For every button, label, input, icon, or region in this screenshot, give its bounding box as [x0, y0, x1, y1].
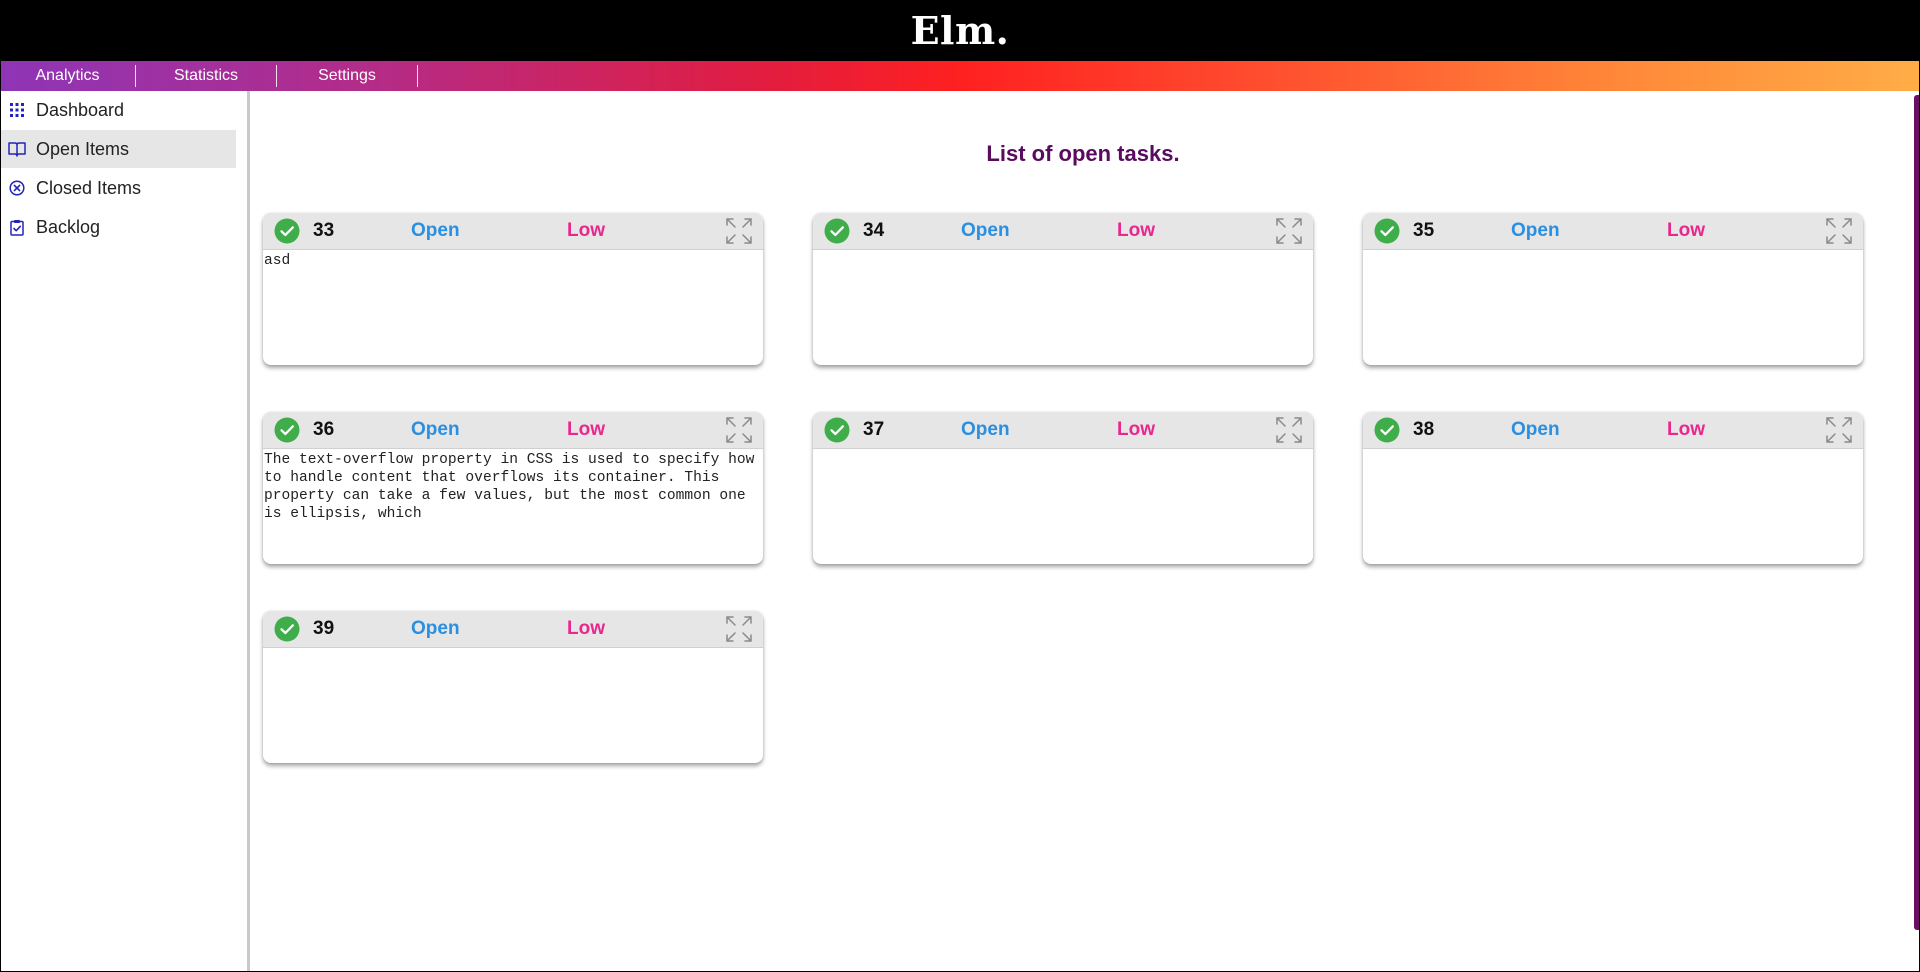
expand-icon[interactable]	[1275, 416, 1303, 444]
check-circle-icon[interactable]	[1374, 218, 1400, 244]
expand-icon[interactable]	[725, 615, 753, 643]
scrollbar[interactable]	[1914, 95, 1920, 930]
close-circle-icon	[8, 179, 26, 197]
task-status: Open	[411, 220, 460, 241]
sidebar-item-backlog[interactable]: Backlog	[0, 208, 236, 246]
sidebar-item-closed-items[interactable]: Closed Items	[0, 169, 236, 207]
task-priority: Low	[1117, 419, 1155, 440]
expand-icon[interactable]	[725, 416, 753, 444]
task-status: Open	[1511, 419, 1560, 440]
task-description	[813, 449, 1313, 451]
task-card[interactable]: 35 Open Low	[1363, 213, 1863, 365]
sidebar-item-label: Dashboard	[36, 99, 125, 120]
task-id: 35	[1413, 220, 1435, 241]
main-content: List of open tasks. 33 Open Low asd 34 O…	[253, 91, 1913, 971]
task-description: asd	[264, 253, 291, 269]
sidebar-item-dashboard[interactable]: Dashboard	[0, 91, 236, 129]
task-card[interactable]: 37 Open Low	[813, 412, 1313, 564]
nav-bar: Analytics Statistics Settings	[0, 61, 1920, 91]
task-description	[263, 648, 763, 650]
task-priority: Low	[567, 618, 605, 639]
nav-analytics[interactable]: Analytics	[0, 65, 136, 87]
clipboard-check-icon	[8, 218, 26, 236]
expand-icon[interactable]	[1825, 217, 1853, 245]
task-id: 37	[863, 419, 885, 440]
nav-settings[interactable]: Settings	[277, 65, 418, 87]
card-header: 39 Open Low	[263, 611, 763, 648]
task-card[interactable]: 34 Open Low	[813, 213, 1313, 365]
task-description	[1363, 250, 1863, 252]
task-id: 34	[863, 220, 885, 241]
task-priority: Low	[567, 419, 605, 440]
sidebar-item-open-items[interactable]: Open Items	[0, 130, 236, 168]
app-logo: Elm.	[910, 8, 1010, 53]
card-header: 35 Open Low	[1363, 213, 1863, 250]
card-header: 37 Open Low	[813, 412, 1313, 449]
sidebar-item-label: Closed Items	[36, 177, 142, 198]
task-description	[1363, 449, 1863, 451]
task-card[interactable]: 33 Open Low asd	[263, 213, 763, 365]
check-circle-icon[interactable]	[274, 616, 300, 642]
check-circle-icon[interactable]	[1374, 417, 1400, 443]
task-description: The text-overflow property in CSS is use…	[264, 452, 763, 522]
task-id: 39	[313, 618, 335, 639]
expand-icon[interactable]	[725, 217, 753, 245]
top-bar: Elm.	[0, 0, 1920, 61]
sidebar: Dashboard Open Items Closed Items Backlo…	[0, 91, 250, 971]
task-priority: Low	[567, 220, 605, 241]
task-status: Open	[411, 618, 460, 639]
expand-icon[interactable]	[1275, 217, 1303, 245]
task-description	[813, 250, 1313, 252]
task-status: Open	[1511, 220, 1560, 241]
card-header: 38 Open Low	[1363, 412, 1863, 449]
expand-icon[interactable]	[1825, 416, 1853, 444]
task-card[interactable]: 36 Open Low The text-overflow property i…	[263, 412, 763, 564]
task-status: Open	[961, 419, 1010, 440]
task-priority: Low	[1667, 419, 1705, 440]
card-header: 36 Open Low	[263, 412, 763, 449]
check-circle-icon[interactable]	[824, 218, 850, 244]
sidebar-item-label: Backlog	[36, 216, 101, 237]
task-card[interactable]: 38 Open Low	[1363, 412, 1863, 564]
task-priority: Low	[1667, 220, 1705, 241]
book-icon	[8, 140, 26, 158]
page-title: List of open tasks.	[986, 141, 1180, 166]
task-card[interactable]: 39 Open Low	[263, 611, 763, 763]
task-id: 36	[313, 419, 335, 440]
card-header: 33 Open Low	[263, 213, 763, 250]
check-circle-icon[interactable]	[274, 417, 300, 443]
grid-icon	[8, 101, 26, 119]
task-id: 33	[313, 220, 335, 241]
check-circle-icon[interactable]	[824, 417, 850, 443]
task-status: Open	[411, 419, 460, 440]
task-priority: Low	[1117, 220, 1155, 241]
sidebar-item-label: Open Items	[36, 138, 130, 159]
check-circle-icon[interactable]	[274, 218, 300, 244]
task-id: 38	[1413, 419, 1435, 440]
nav-statistics[interactable]: Statistics	[136, 65, 277, 87]
task-status: Open	[961, 220, 1010, 241]
card-header: 34 Open Low	[813, 213, 1313, 250]
